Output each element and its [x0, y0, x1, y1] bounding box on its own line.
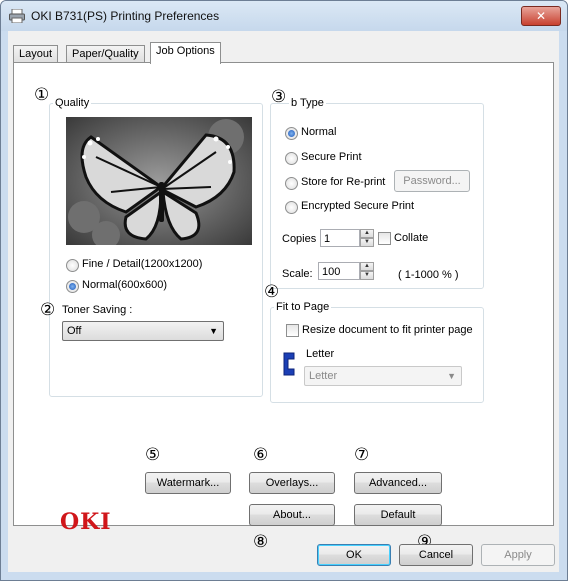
tab-paper-quality[interactable]: Paper/Quality — [66, 45, 145, 63]
paper-size-value: Letter — [309, 370, 338, 382]
marker-1: ① — [34, 85, 50, 105]
window-title: OKI B731(PS) Printing Preferences — [31, 9, 220, 23]
printer-icon — [9, 9, 25, 23]
marker-2: ② — [40, 300, 56, 320]
copies-label: Copies — [282, 233, 317, 245]
job-secure-print-radio[interactable] — [285, 152, 298, 165]
close-icon: ✕ — [535, 9, 547, 23]
marker-8: ⑧ — [253, 532, 269, 552]
cancel-button[interactable]: Cancel — [399, 544, 473, 566]
printing-preferences-window: OKI B731(PS) Printing Preferences ✕ Layo… — [0, 0, 568, 581]
copies-spinner[interactable]: ▲ ▼ — [360, 229, 374, 247]
quality-normal-radio[interactable] — [66, 280, 79, 293]
scale-range-label: ( 1-1000 % ) — [398, 269, 459, 281]
paper-rotate-icon — [283, 352, 295, 376]
quality-fine-radio[interactable] — [66, 259, 79, 272]
job-encrypted-secure-print-label: Encrypted Secure Print — [301, 200, 415, 212]
paper-size-select[interactable]: Letter ▼ — [304, 366, 462, 386]
resize-to-fit-checkbox[interactable] — [286, 324, 299, 337]
butterfly-icon — [66, 117, 252, 245]
marker-7: ⑦ — [354, 445, 370, 465]
toner-saving-label: Toner Saving : — [62, 304, 133, 316]
job-options-panel: ① Quality Fine / Detail(1200x1200) Norma… — [13, 62, 554, 551]
job-normal-radio[interactable] — [285, 127, 298, 140]
overlays-button[interactable]: Overlays... — [249, 472, 335, 494]
spin-down-icon[interactable]: ▼ — [360, 271, 374, 280]
job-type-group-label: b Type — [289, 97, 326, 109]
copies-input[interactable]: 1 — [320, 229, 360, 247]
default-button[interactable]: Default — [354, 504, 442, 526]
spin-up-icon[interactable]: ▲ — [360, 262, 374, 271]
ok-button[interactable]: OK — [317, 544, 391, 566]
close-button[interactable]: ✕ — [521, 6, 561, 26]
marker-3: ③ — [271, 87, 287, 107]
butterfly-preview-image — [66, 117, 252, 245]
chevron-down-icon: ▼ — [447, 371, 456, 381]
collate-checkbox[interactable] — [378, 232, 391, 245]
scale-spinner[interactable]: ▲ ▼ — [360, 262, 374, 280]
job-secure-print-label: Secure Print — [301, 151, 362, 163]
dialog-client: Layout Paper/Quality Job Options ① Quali… — [8, 31, 559, 572]
scale-label: Scale: — [282, 268, 313, 280]
spin-down-icon[interactable]: ▼ — [360, 238, 374, 247]
scale-input[interactable]: 100 — [318, 262, 360, 280]
about-button[interactable]: About... — [249, 504, 335, 526]
job-encrypted-secure-print-radio[interactable] — [285, 201, 298, 214]
marker-4: ④ — [264, 282, 280, 302]
quality-fine-label: Fine / Detail(1200x1200) — [82, 258, 203, 270]
quality-normal-label: Normal(600x600) — [82, 279, 167, 291]
fit-to-page-group — [270, 307, 484, 403]
paper-size-label: Letter — [306, 348, 335, 360]
resize-to-fit-label: Resize document to fit printer page — [302, 324, 473, 336]
toner-saving-select[interactable]: Off ▼ — [62, 321, 224, 341]
apply-button[interactable]: Apply — [481, 544, 555, 566]
fit-to-page-group-label: Fit to Page — [274, 301, 332, 313]
password-button[interactable]: Password... — [394, 170, 470, 192]
chevron-down-icon: ▼ — [209, 326, 218, 336]
marker-5: ⑤ — [145, 445, 161, 465]
oki-logo: OKI — [60, 509, 112, 535]
spin-up-icon[interactable]: ▲ — [360, 229, 374, 238]
job-normal-label: Normal — [301, 126, 337, 138]
collate-label: Collate — [394, 232, 429, 244]
title-bar: OKI B731(PS) Printing Preferences ✕ — [1, 1, 567, 31]
watermark-button[interactable]: Watermark... — [145, 472, 231, 494]
job-store-reprint-label: Store for Re-print — [301, 176, 386, 188]
job-store-reprint-radio[interactable] — [285, 177, 298, 190]
marker-6: ⑥ — [253, 445, 269, 465]
quality-group-label: Quality — [53, 97, 92, 109]
tab-job-options[interactable]: Job Options — [150, 42, 221, 64]
advanced-button[interactable]: Advanced... — [354, 472, 442, 494]
toner-saving-value: Off — [67, 325, 82, 337]
tab-layout[interactable]: Layout — [13, 45, 59, 63]
